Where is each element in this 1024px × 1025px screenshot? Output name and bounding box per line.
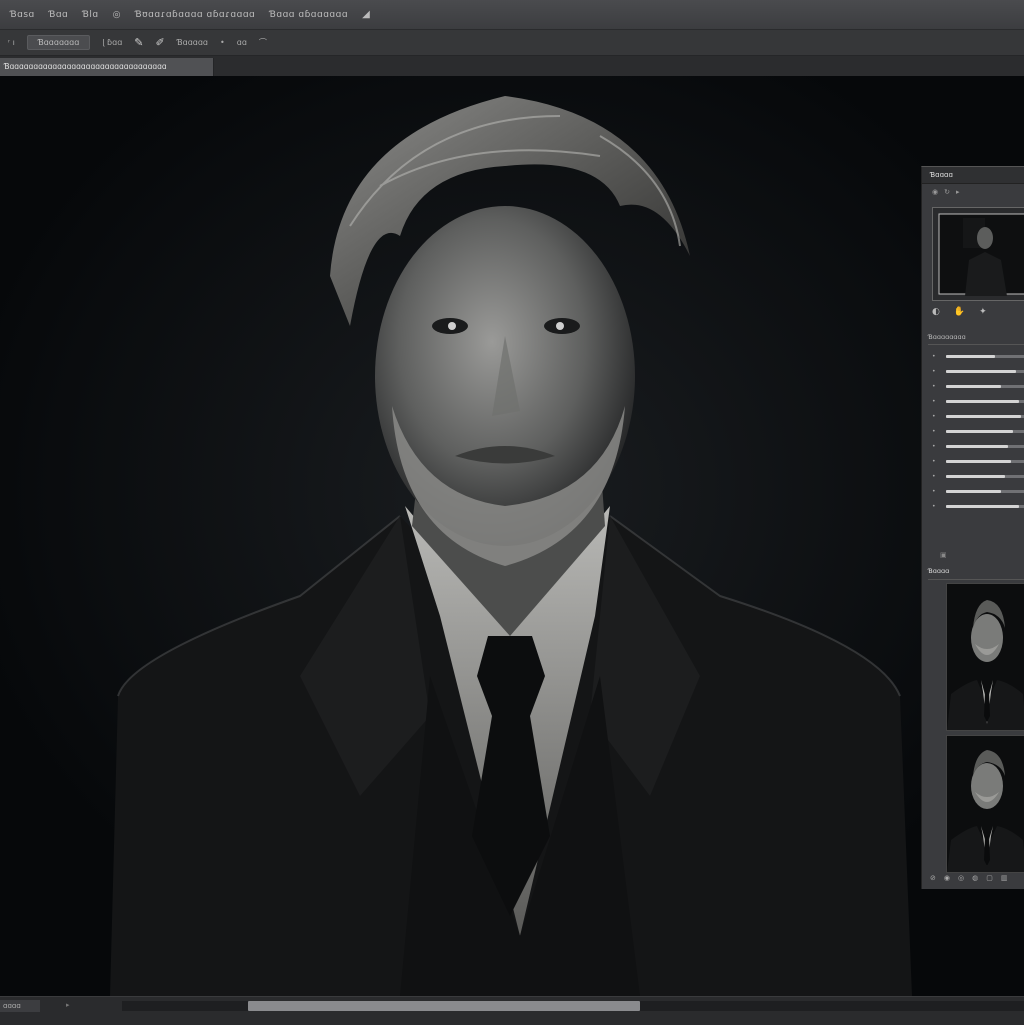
- horizontal-scrollbar[interactable]: [122, 1001, 1024, 1011]
- slider-track[interactable]: [946, 385, 1024, 388]
- panel-dock: Ɓɑɑɑɑ ◉ ↻ ▸ ◐ ✋ ✦ Ɓɑɑɑɑɑɑɑɑ • • • • • • • • • • • …: [921, 166, 1024, 889]
- slider-fill: [946, 490, 1001, 493]
- slider-bullet-icon: •: [932, 503, 936, 510]
- slider-bullet-icon: •: [932, 443, 936, 450]
- slider-track[interactable]: [946, 460, 1024, 463]
- status-bar: ɑɑɑɑ ▸: [0, 996, 1024, 1025]
- hand-icon[interactable]: ✋: [954, 307, 965, 317]
- slider-track[interactable]: [946, 445, 1024, 448]
- scrollbar-thumb[interactable]: [248, 1001, 640, 1011]
- pressure-option[interactable]: ɑɑ: [237, 38, 247, 47]
- layers-footer: ⊘ ◉ ◎ ◍ ▢ ▥: [930, 874, 1007, 882]
- property-slider[interactable]: •: [932, 458, 1024, 466]
- menu-item-4[interactable]: ◎: [113, 10, 121, 20]
- menu-item-5[interactable]: Ɓʊɑɑɾɑɓɑɑɑɑ ɑɓɑɾɑɑɑɑ: [135, 10, 255, 20]
- property-slider[interactable]: •: [932, 368, 1024, 376]
- slider-bullet-icon: •: [932, 428, 936, 435]
- slider-fill: [946, 385, 1001, 388]
- preset-dropdown[interactable]: Ɓɑɑɑɑɑɑɑ: [26, 35, 91, 50]
- camera-icon[interactable]: ◉: [932, 188, 938, 196]
- mask-icon[interactable]: ◎: [958, 874, 964, 882]
- slider-fill: [946, 430, 1013, 433]
- slider-fill: [946, 370, 1016, 373]
- property-slider[interactable]: •: [932, 398, 1024, 406]
- properties-panel-title[interactable]: Ɓɑɑɑɑɑɑɑɑ: [928, 333, 1024, 345]
- property-slider[interactable]: •: [932, 488, 1024, 496]
- layers-panel-title[interactable]: Ɓɑɑɑɑ: [928, 567, 1024, 580]
- slider-bullet-icon: •: [932, 368, 936, 375]
- slider-fill: [946, 475, 1005, 478]
- property-slider[interactable]: •: [932, 353, 1024, 361]
- layer-thumbnail-2[interactable]: [946, 735, 1024, 873]
- link-icon[interactable]: ⊘: [930, 874, 936, 882]
- pencil-icon[interactable]: ✎: [134, 36, 143, 49]
- document-tab[interactable]: Ɓɑɑɑɑɑɑɑɑɑɑɑɑɑɑɑɑɑɑɑɑɑɑɑɑɑɑɑɑɑɑɑɑɑ: [0, 58, 214, 76]
- layer-thumbnail-image: [947, 584, 1024, 730]
- property-slider[interactable]: •: [932, 503, 1024, 511]
- slider-track[interactable]: [946, 415, 1024, 418]
- slider-track[interactable]: [946, 355, 1024, 358]
- tool-size-label: ʳ ı: [8, 38, 15, 47]
- property-slider[interactable]: •: [932, 413, 1024, 421]
- brush-icon[interactable]: ✐: [156, 36, 165, 49]
- menu-bar: Ɓɑsɑ Ɓɑɑ Ɓlɑ ◎ Ɓʊɑɑɾɑɓɑɑɑɑ ɑɓɑɾɑɑɑɑ Ɓɑɑɑ…: [0, 0, 1024, 30]
- slider-track[interactable]: [946, 475, 1024, 478]
- slider-track[interactable]: [946, 505, 1024, 508]
- menu-item-3[interactable]: Ɓlɑ: [82, 10, 98, 20]
- slider-bullet-icon: •: [932, 383, 936, 390]
- slider-fill: [946, 355, 995, 358]
- slider-fill: [946, 445, 1008, 448]
- slider-track[interactable]: [946, 490, 1024, 493]
- property-slider[interactable]: •: [932, 428, 1024, 436]
- brush-triangle-icon[interactable]: ◢: [362, 9, 370, 20]
- slider-fill: [946, 460, 1011, 463]
- status-arrow-icon[interactable]: ▸: [66, 1001, 70, 1009]
- trash-icon[interactable]: ▥: [1001, 874, 1008, 882]
- flag-icon[interactable]: ▸: [956, 188, 960, 196]
- slider-fill: [946, 415, 1021, 418]
- blend-option[interactable]: Ɓɑɑɑɑɑ: [177, 38, 208, 47]
- slider-track[interactable]: [946, 370, 1024, 373]
- slider-bullet-icon: •: [932, 413, 936, 420]
- navigator-thumbnail: [933, 208, 1024, 300]
- slider-bullet-icon: •: [932, 353, 936, 360]
- refresh-icon[interactable]: ↻: [944, 188, 950, 196]
- slider-track[interactable]: [946, 430, 1024, 433]
- slider-bullet-icon: •: [932, 488, 936, 495]
- option-dot[interactable]: •: [220, 38, 225, 47]
- fx-icon[interactable]: ◉: [944, 874, 950, 882]
- navigator-panel-title[interactable]: Ɓɑɑɑɑ: [922, 167, 1024, 184]
- angle-option[interactable]: ⌒: [259, 37, 267, 48]
- property-slider[interactable]: •: [932, 383, 1024, 391]
- slider-track[interactable]: [946, 400, 1024, 403]
- menu-item-6[interactable]: Ɓɑɑɑ ɑɓɑɑɑɑɑɑ: [269, 10, 348, 20]
- navigator-preview[interactable]: [932, 207, 1024, 301]
- navigator-icons: ◉ ↻ ▸: [922, 184, 1024, 200]
- menu-item-2[interactable]: Ɓɑɑ: [49, 10, 69, 20]
- layer-thumbnail-image: [947, 736, 1024, 872]
- layer-thumbnail-1[interactable]: [946, 583, 1024, 731]
- zoom-in-icon[interactable]: ✦: [979, 307, 987, 317]
- slider-fill: [946, 400, 1019, 403]
- mode-option[interactable]: ɭ ɓɑɑ: [102, 38, 122, 47]
- adjustment-icon[interactable]: ◍: [972, 874, 978, 882]
- property-slider[interactable]: •: [932, 443, 1024, 451]
- slider-fill: [946, 505, 1019, 508]
- document-canvas[interactable]: [0, 76, 1024, 996]
- options-bar: ʳ ı Ɓɑɑɑɑɑɑɑ ɭ ɓɑɑ ✎ ✐ Ɓɑɑɑɑɑ • ɑɑ ⌒: [0, 30, 1024, 56]
- document-tab-bar: Ɓɑɑɑɑɑɑɑɑɑɑɑɑɑɑɑɑɑɑɑɑɑɑɑɑɑɑɑɑɑɑɑɑɑ: [0, 56, 1024, 77]
- portrait-artwork: [0, 76, 1024, 996]
- slider-bullet-icon: •: [932, 473, 936, 480]
- layer-mask-icon[interactable]: ▣: [940, 551, 947, 559]
- new-layer-icon[interactable]: ▢: [986, 874, 993, 882]
- slider-bullet-icon: •: [932, 398, 936, 405]
- slider-bullet-icon: •: [932, 458, 936, 465]
- zoom-field[interactable]: ɑɑɑɑ: [0, 1000, 40, 1012]
- navigator-tools: ◐ ✋ ✦: [932, 307, 1024, 317]
- menu-item-1[interactable]: Ɓɑsɑ: [10, 10, 35, 20]
- zoom-out-icon[interactable]: ◐: [932, 307, 940, 317]
- property-slider[interactable]: •: [932, 473, 1024, 481]
